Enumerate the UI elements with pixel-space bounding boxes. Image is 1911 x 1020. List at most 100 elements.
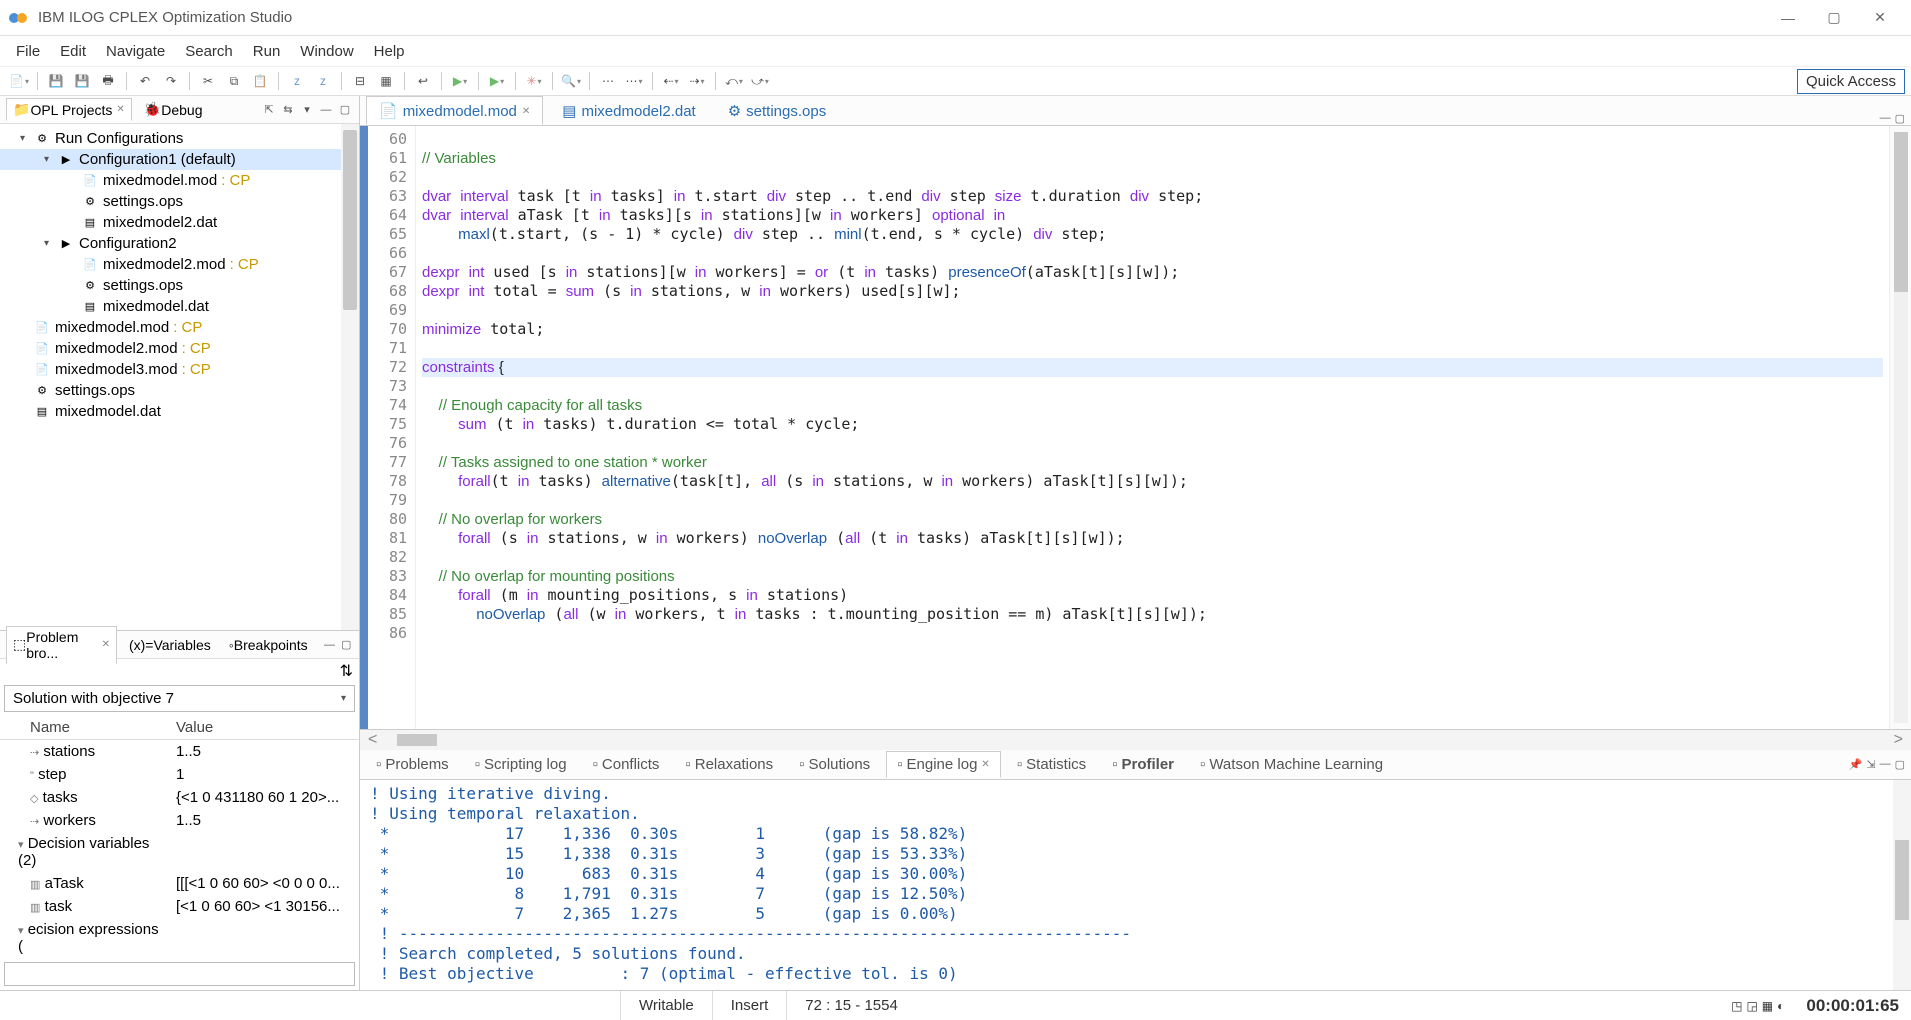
window-maximize-button[interactable]: ▢ bbox=[1811, 3, 1857, 33]
minimize-icon[interactable]: — bbox=[1880, 758, 1891, 771]
save-button[interactable]: 💾 bbox=[45, 70, 67, 92]
maximize-editor-icon[interactable]: ▢ bbox=[1895, 112, 1905, 125]
editor-tab[interactable]: ▤mixedmodel2.dat bbox=[549, 96, 708, 125]
tree-item[interactable]: 📄 mixedmodel.mod : CP bbox=[0, 317, 359, 338]
tree-item[interactable]: ▤ mixedmodel.dat bbox=[0, 296, 359, 317]
tab-opl-projects[interactable]: 📁 OPL Projects ✕ bbox=[6, 98, 132, 121]
copy-button[interactable]: ⧉ bbox=[223, 70, 245, 92]
cut-button[interactable]: ✂ bbox=[197, 70, 219, 92]
debug-button[interactable]: ▶▾ bbox=[486, 70, 508, 92]
pb-row[interactable]: ⇢ workers1..5 bbox=[0, 809, 359, 832]
twisty-icon[interactable]: ▾ bbox=[44, 154, 58, 165]
sort-desc-button[interactable]: z bbox=[312, 70, 334, 92]
tree-item[interactable]: ▾ ▶ Configuration2 bbox=[0, 233, 359, 254]
tree-item[interactable]: 📄 mixedmodel2.mod : CP bbox=[0, 254, 359, 275]
menu-run[interactable]: Run bbox=[243, 39, 291, 64]
tray-icon[interactable]: ▦ bbox=[1762, 999, 1773, 1013]
pb-row[interactable]: ▾ Decision variables (2) bbox=[0, 832, 359, 872]
bottom-tab[interactable]: ▫Conflicts bbox=[583, 752, 670, 777]
minimize-view-icon[interactable]: — bbox=[318, 102, 334, 118]
solution-selector[interactable]: Solution with objective 7 ▾ bbox=[4, 685, 355, 712]
project-tree[interactable]: ▾ ⚙ Run Configurations ▾ ▶ Configuration… bbox=[0, 124, 359, 630]
tray-icon[interactable]: ◲ bbox=[1746, 999, 1757, 1013]
new-button[interactable]: 📄▾ bbox=[8, 70, 30, 92]
step-back-button[interactable]: ⤺▾ bbox=[723, 70, 745, 92]
tree-scrollbar[interactable] bbox=[341, 124, 359, 630]
minimize-editor-icon[interactable]: — bbox=[1880, 112, 1891, 125]
open-type-button[interactable]: ⋯ bbox=[597, 70, 619, 92]
tray-icon[interactable]: ◐ bbox=[1777, 999, 1784, 1013]
tab-variables[interactable]: (x)= Variables bbox=[123, 635, 217, 655]
editor-tab[interactable]: ⚙settings.ops bbox=[715, 96, 840, 125]
window-minimize-button[interactable]: — bbox=[1765, 3, 1811, 33]
tab-debug[interactable]: 🐞 Debug bbox=[138, 99, 209, 120]
toggle-comment-button[interactable]: ⊟ bbox=[349, 70, 371, 92]
tree-item[interactable]: ▾ ⚙ Run Configurations bbox=[0, 128, 359, 149]
tray-icon[interactable]: ◳ bbox=[1731, 999, 1742, 1013]
nav-back-button[interactable]: ⇠▾ bbox=[660, 70, 682, 92]
tab-breakpoints[interactable]: ◦ Breakpoints bbox=[223, 635, 314, 655]
undo-button[interactable]: ↶ bbox=[134, 70, 156, 92]
menu-help[interactable]: Help bbox=[364, 39, 415, 64]
tree-item[interactable]: ▤ mixedmodel2.dat bbox=[0, 212, 359, 233]
wrap-button[interactable]: ↩ bbox=[412, 70, 434, 92]
bottom-tab[interactable]: ▫Problems bbox=[366, 752, 459, 777]
print-button[interactable]: 🖶 bbox=[97, 70, 119, 92]
tree-item[interactable]: 📄 mixedmodel3.mod : CP bbox=[0, 359, 359, 380]
view-menu-icon[interactable]: ▾ bbox=[299, 102, 315, 118]
tree-item[interactable]: ▤ mixedmodel.dat bbox=[0, 401, 359, 422]
menu-edit[interactable]: Edit bbox=[50, 39, 96, 64]
pin-icon[interactable]: 📌 bbox=[1849, 758, 1863, 771]
editor-vscroll[interactable] bbox=[1889, 126, 1911, 729]
bottom-tab[interactable]: ▫Profiler bbox=[1102, 752, 1184, 777]
paste-button[interactable]: 📋 bbox=[249, 70, 271, 92]
redo-button[interactable]: ↷ bbox=[160, 70, 182, 92]
sort-asc-button[interactable]: z bbox=[286, 70, 308, 92]
pb-row[interactable]: › " total7 bbox=[0, 958, 359, 960]
pb-row[interactable]: " step1 bbox=[0, 763, 359, 786]
pb-row[interactable]: ▥ task[<1 0 60 60> <1 30156... bbox=[0, 895, 359, 918]
bottom-tab[interactable]: ▫Engine log✕ bbox=[886, 751, 1001, 778]
bottom-tab[interactable]: ▫Relaxations bbox=[675, 752, 783, 777]
pb-row[interactable]: ⇢ stations1..5 bbox=[0, 740, 359, 763]
menu-file[interactable]: File bbox=[6, 39, 50, 64]
ext-tools-button[interactable]: ✳▾ bbox=[523, 70, 545, 92]
pb-sort-icon[interactable]: ⇅ bbox=[340, 661, 353, 679]
menu-search[interactable]: Search bbox=[175, 39, 243, 64]
close-icon[interactable]: ✕ bbox=[981, 759, 989, 770]
toggle-block-button[interactable]: ▦ bbox=[375, 70, 397, 92]
tree-item[interactable]: ⚙ settings.ops bbox=[0, 275, 359, 296]
bottom-tab[interactable]: ▫Watson Machine Learning bbox=[1190, 752, 1393, 777]
link-editor-icon[interactable]: ⇆ bbox=[280, 102, 296, 118]
export-icon[interactable]: ⇲ bbox=[1866, 758, 1875, 771]
code-editor[interactable]: 6061626364656667686970717273747576777879… bbox=[360, 126, 1911, 730]
bottom-tab[interactable]: ▫Solutions bbox=[789, 752, 880, 777]
window-close-button[interactable]: ✕ bbox=[1857, 3, 1903, 33]
collapse-all-icon[interactable]: ⇱ bbox=[261, 102, 277, 118]
close-icon[interactable]: ✕ bbox=[116, 104, 124, 115]
maximize-view-icon[interactable]: ▢ bbox=[337, 102, 353, 118]
console-vscroll[interactable] bbox=[1893, 780, 1911, 990]
tree-item[interactable]: ⚙ settings.ops bbox=[0, 380, 359, 401]
tree-item[interactable]: 📄 mixedmodel2.mod : CP bbox=[0, 338, 359, 359]
editor-content[interactable]: // Variables dvar interval task [t in ta… bbox=[416, 126, 1889, 729]
editor-hscroll[interactable]: <> bbox=[360, 730, 1911, 750]
bottom-tab[interactable]: ▫Scripting log bbox=[465, 752, 577, 777]
minimize-view-icon[interactable]: — bbox=[323, 637, 337, 653]
pb-row[interactable]: ◇ tasks{<1 0 431180 60 1 20>... bbox=[0, 786, 359, 809]
tree-item[interactable]: ▾ ▶ Configuration1 (default) bbox=[0, 149, 359, 170]
bottom-tab[interactable]: ▫Statistics bbox=[1007, 752, 1096, 777]
twisty-icon[interactable]: ▾ bbox=[44, 238, 58, 249]
search-button[interactable]: 🔍▾ bbox=[560, 70, 582, 92]
maximize-icon[interactable]: ▢ bbox=[1895, 758, 1905, 771]
editor-tab[interactable]: 📄mixedmodel.mod✕ bbox=[366, 96, 543, 125]
run-button[interactable]: ▶▾ bbox=[449, 70, 471, 92]
open-type-dd-button[interactable]: ⋯▾ bbox=[623, 70, 645, 92]
engine-log-console[interactable]: ! Using iterative diving. ! Using tempor… bbox=[360, 780, 1911, 990]
step-fwd-button[interactable]: ⤻▾ bbox=[749, 70, 771, 92]
save-all-button[interactable]: 💾 bbox=[71, 70, 93, 92]
menu-window[interactable]: Window bbox=[290, 39, 363, 64]
pb-row[interactable]: ▥ aTask[[[<1 0 60 60> <0 0 0 0... bbox=[0, 872, 359, 895]
quick-access-field[interactable]: Quick Access bbox=[1797, 69, 1905, 94]
twisty-icon[interactable]: ▾ bbox=[20, 133, 34, 144]
